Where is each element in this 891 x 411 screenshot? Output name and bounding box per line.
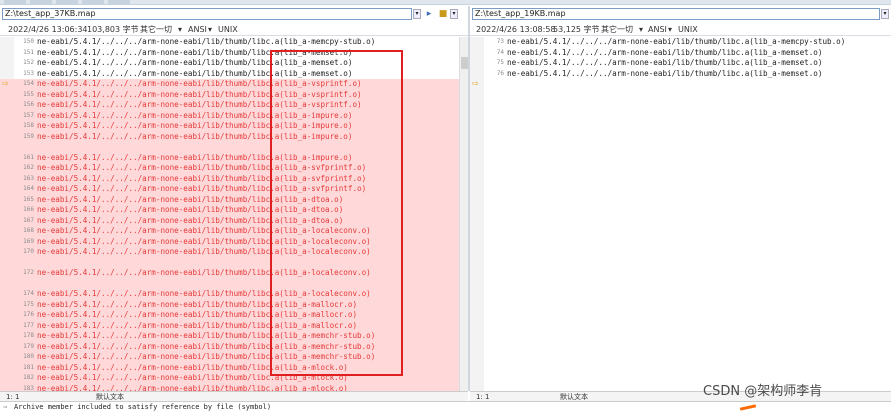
line-text: ne-eabi/5.4.1/../../../arm-none-eabi/lib… bbox=[507, 58, 823, 67]
toolbar-button[interactable] bbox=[30, 0, 52, 5]
line-number: 73 bbox=[496, 38, 504, 45]
left-path-input[interactable]: Z:\test_app_37KB.map bbox=[2, 8, 412, 20]
line-number: 182 bbox=[23, 374, 34, 381]
line-number: 151 bbox=[23, 48, 34, 56]
line-number: 159 bbox=[23, 132, 34, 140]
right-status-bar: 1: 1 默认文本 bbox=[470, 391, 891, 401]
line-number: 156 bbox=[23, 101, 34, 108]
line-number: 157 bbox=[23, 111, 34, 119]
code-line[interactable]: 75 ne-eabi/5.4.1/../../../arm-none-eabi/l… bbox=[470, 58, 891, 69]
line-number: 178 bbox=[23, 332, 34, 339]
left-scrollbar[interactable] bbox=[459, 37, 468, 391]
code-line[interactable]: 76 ne-eabi/5.4.1/../../../arm-none-eabi/l… bbox=[470, 69, 891, 80]
line-number: 152 bbox=[23, 59, 34, 66]
line-number: 168 bbox=[23, 227, 34, 234]
line-number: 177 bbox=[23, 321, 34, 329]
line-number: 162 bbox=[23, 164, 34, 171]
scrollbar-thumb[interactable] bbox=[461, 57, 468, 69]
toolbar-strip bbox=[0, 0, 891, 5]
right-compare-pane: Z:\test_app_19KB.map ▾ 2022/4/26 13:08:5… bbox=[470, 6, 891, 391]
right-code-view[interactable]: 73 ne-eabi/5.4.1/../../../arm-none-eabi/l… bbox=[470, 37, 891, 391]
chevron-down-icon[interactable]: ▾ bbox=[178, 23, 182, 36]
left-path-row: Z:\test_app_37KB.map ▾ ▸ ■ ▾ bbox=[0, 6, 468, 21]
line-number: 172 bbox=[23, 269, 34, 276]
toolbar-button[interactable] bbox=[4, 0, 26, 5]
line-number: 176 bbox=[23, 311, 34, 318]
line-number: 161 bbox=[23, 153, 34, 161]
folder-dropdown-icon[interactable]: ▾ bbox=[450, 9, 458, 19]
diff-arrow-icon[interactable]: ⇨ bbox=[2, 80, 9, 88]
red-highlight-box bbox=[270, 50, 403, 376]
line-number: 76 bbox=[496, 69, 504, 77]
filter-select[interactable]: 其它一切 bbox=[140, 23, 172, 36]
line-number: 174 bbox=[23, 290, 34, 297]
toolbar-button[interactable] bbox=[108, 0, 130, 5]
code-line[interactable]: 74 ne-eabi/5.4.1/../../../arm-none-eabi/l… bbox=[470, 48, 891, 59]
code-line[interactable]: 73 ne-eabi/5.4.1/../../../arm-none-eabi/l… bbox=[470, 37, 891, 48]
filter-select[interactable]: 其它一切 bbox=[601, 23, 633, 36]
line-number: 180 bbox=[23, 353, 34, 360]
line-number: 165 bbox=[23, 195, 34, 203]
code-line[interactable]: 150 ne-eabi/5.4.1/../../../arm-none-eabi/… bbox=[0, 37, 468, 48]
toolbar-button[interactable] bbox=[82, 0, 104, 5]
file-size: 103,803 字节 bbox=[87, 25, 139, 34]
line-number: 150 bbox=[23, 38, 34, 45]
line-text: ne-eabi/5.4.1/../../../arm-none-eabi/lib… bbox=[507, 37, 846, 46]
file-date: 2022/4/26 13:06:34 bbox=[8, 25, 88, 34]
line-number: 158 bbox=[23, 122, 34, 129]
line-number: 167 bbox=[23, 216, 34, 224]
line-number: 154 bbox=[23, 80, 34, 87]
line-text: ne-eabi/5.4.1/../../../arm-none-eabi/lib… bbox=[37, 37, 376, 46]
line-text: ne-eabi/5.4.1/../../../arm-none-eabi/lib… bbox=[507, 47, 823, 57]
code-line[interactable]: 183 ne-eabi/5.4.1/../../../arm-none-eabi/… bbox=[0, 383, 468, 392]
line-number: 153 bbox=[23, 69, 34, 77]
chevron-down-icon[interactable]: ▾ bbox=[639, 23, 643, 36]
watermark: CSDN @架构师李肯 bbox=[703, 384, 823, 399]
file-size: 53,125 字节 bbox=[553, 25, 600, 34]
line-ending[interactable]: UNIX bbox=[678, 23, 698, 36]
line-number: 75 bbox=[496, 59, 504, 66]
left-status-bar: 1: 1 默认文本 bbox=[0, 391, 468, 401]
chevron-down-icon[interactable]: ▾ bbox=[208, 23, 212, 36]
line-number: 175 bbox=[23, 300, 34, 308]
right-gutter bbox=[470, 37, 484, 391]
line-number: 74 bbox=[496, 48, 504, 56]
line-number: 179 bbox=[23, 342, 34, 350]
line-number: 183 bbox=[23, 384, 34, 392]
detail-text: Archive member included to satisfy refer… bbox=[14, 403, 272, 411]
line-number: 164 bbox=[23, 185, 34, 192]
line-number: 181 bbox=[23, 363, 34, 371]
chevron-down-icon[interactable]: ▾ bbox=[668, 23, 672, 36]
line-number: 163 bbox=[23, 174, 34, 182]
line-ending[interactable]: UNIX bbox=[218, 23, 238, 36]
left-file-info: 2022/4/26 13:06:34 103,803 字节 其它一切 ▾ ANS… bbox=[0, 23, 468, 36]
line-number: 155 bbox=[23, 90, 34, 98]
diff-arrow-icon[interactable]: ⇨ bbox=[472, 80, 479, 88]
line-number: 170 bbox=[23, 248, 34, 255]
folder-icon[interactable]: ■ bbox=[437, 8, 449, 20]
left-path-dropdown-icon[interactable]: ▾ bbox=[413, 9, 421, 19]
right-path-dropdown-icon[interactable]: ▾ bbox=[881, 9, 889, 19]
right-path-input[interactable]: Z:\test_app_19KB.map bbox=[472, 8, 880, 20]
line-text: ne-eabi/5.4.1/../../../arm-none-eabi/lib… bbox=[507, 68, 823, 78]
encoding-select[interactable]: ANSI bbox=[188, 23, 207, 36]
encoding-select[interactable]: ANSI bbox=[648, 23, 667, 36]
line-number: 169 bbox=[23, 237, 34, 245]
folder-open-icon[interactable]: ▸ bbox=[423, 8, 435, 20]
toolbar-button[interactable] bbox=[56, 0, 78, 5]
line-number: 166 bbox=[23, 206, 34, 213]
bottom-detail-line: ⇒ Archive member included to satisfy ref… bbox=[0, 401, 891, 411]
arrow-icon: ⇒ bbox=[3, 403, 8, 411]
file-date: 2022/4/26 13:08:58 bbox=[476, 25, 556, 34]
right-file-info: 2022/4/26 13:08:58 53,125 字节 其它一切 ▾ ANSI… bbox=[470, 23, 891, 36]
right-path-row: Z:\test_app_19KB.map ▾ bbox=[470, 6, 891, 21]
line-text: ne-eabi/5.4.1/../../../arm-none-eabi/lib… bbox=[37, 383, 348, 392]
